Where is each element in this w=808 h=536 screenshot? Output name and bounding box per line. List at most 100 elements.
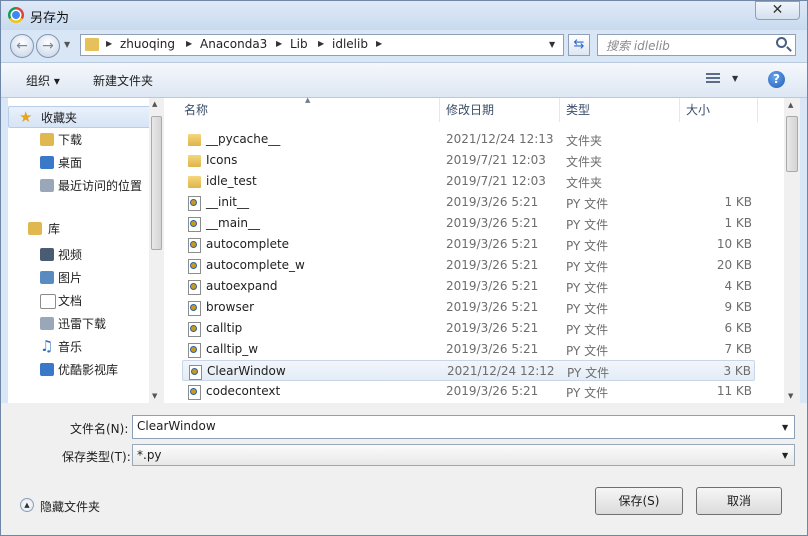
nav-item-label: 下载 (58, 133, 83, 147)
nav-item-desktop[interactable]: 桌面 (8, 152, 156, 174)
file-size: 4 KB (724, 279, 752, 293)
nav-item-documents[interactable]: 文档 (8, 290, 156, 312)
file-size: 20 KB (716, 258, 752, 272)
file-name: browser (206, 300, 255, 314)
file-row[interactable]: idle_test 2019/7/21 12:03 文件夹 (182, 171, 755, 192)
arrow-left-icon: ← (16, 38, 28, 54)
nav-item-libraries[interactable]: 库 (8, 218, 156, 240)
desktop-icon (40, 156, 54, 169)
back-button[interactable]: ← (10, 34, 34, 58)
chevron-up-icon[interactable]: ▲ (20, 498, 34, 512)
filetype-label: 保存类型(T): (62, 450, 131, 464)
nav-item-label: 音乐 (58, 340, 83, 354)
file-row[interactable]: Icons 2019/7/21 12:03 文件夹 (182, 150, 755, 171)
breadcrumb-lib[interactable]: Lib (290, 37, 308, 51)
search-icon[interactable] (776, 37, 787, 48)
file-list-scroll-thumb[interactable] (786, 116, 798, 172)
file-modified-date: 2019/3/26 5:21 (446, 258, 539, 272)
file-row[interactable]: calltip_w 2019/3/26 5:21 PY 文件 7 KB (182, 339, 755, 360)
filetype-dropdown-icon[interactable]: ▼ (782, 451, 788, 460)
arrow-right-icon: → (42, 38, 54, 54)
filename-value: ClearWindow (137, 419, 216, 433)
file-row[interactable]: codecontext 2019/3/26 5:21 PY 文件 11 KB (182, 381, 755, 402)
breadcrumb-separator-icon[interactable]: ▶ (106, 39, 112, 48)
recent-pages-chevron-icon[interactable]: ▼ (64, 40, 70, 49)
nav-item-youku-library[interactable]: 优酷影视库 (8, 359, 156, 381)
file-size: 1 KB (724, 216, 752, 230)
breadcrumb-separator-icon[interactable]: ▶ (186, 39, 192, 48)
python-file-icon (188, 385, 201, 400)
save-button[interactable]: 保存(S) (595, 487, 683, 515)
scroll-up-icon[interactable]: ▲ (152, 100, 157, 108)
file-row[interactable]: __pycache__ 2021/12/24 12:13 文件夹 (182, 129, 755, 150)
file-row[interactable]: browser 2019/3/26 5:21 PY 文件 9 KB (182, 297, 755, 318)
breadcrumb-idlelib[interactable]: idlelib (332, 37, 368, 51)
scroll-down-icon[interactable]: ▼ (152, 392, 157, 400)
file-name: ClearWindow (207, 364, 286, 378)
file-modified-date: 2019/3/26 5:21 (446, 195, 539, 209)
nav-item-label: 桌面 (58, 156, 83, 170)
file-type: PY 文件 (566, 197, 609, 211)
folder-icon (188, 155, 201, 167)
column-header-type[interactable]: 类型 (560, 98, 680, 122)
column-header-size[interactable]: 大小 (680, 98, 758, 122)
refresh-button[interactable]: ⇆ (568, 34, 590, 56)
filename-label: 文件名(N): (70, 422, 129, 436)
folder-icon (188, 176, 201, 188)
nav-item-favorites[interactable]: ★ 收藏夹 (8, 106, 156, 128)
file-type: PY 文件 (566, 281, 609, 295)
help-icon[interactable]: ? (768, 71, 785, 88)
nav-item-videos[interactable]: 视频 (8, 244, 156, 266)
cancel-button[interactable]: 取消 (696, 487, 782, 515)
file-modified-date: 2019/3/26 5:21 (446, 321, 539, 335)
search-placeholder: 搜索 idlelib (606, 39, 670, 53)
file-size: 1 KB (724, 195, 752, 209)
filetype-select[interactable] (132, 444, 795, 466)
file-name: __pycache__ (206, 132, 281, 146)
view-options-icon[interactable] (706, 73, 720, 85)
filename-input[interactable] (132, 415, 795, 439)
file-row[interactable]: ClearWindow 2021/12/24 12:12 PY 文件 3 KB (182, 360, 755, 381)
download-folder-icon (40, 133, 54, 146)
file-row[interactable]: autocomplete 2019/3/26 5:21 PY 文件 10 KB (182, 234, 755, 255)
navigation-pane: ★ 收藏夹 下载 桌面 最近访问的位置 库 视频 图片 文档 迅雷下载 ♫ 音乐… (8, 98, 164, 403)
file-modified-date: 2019/3/26 5:21 (446, 300, 539, 314)
pictures-library-icon (40, 271, 54, 284)
file-row[interactable]: calltip 2019/3/26 5:21 PY 文件 6 KB (182, 318, 755, 339)
breadcrumb-anaconda3[interactable]: Anaconda3 (200, 37, 267, 51)
nav-item-thunder-downloads[interactable]: 迅雷下载 (8, 313, 156, 335)
file-row[interactable]: autocomplete_w 2019/3/26 5:21 PY 文件 20 KB (182, 255, 755, 276)
file-modified-date: 2019/3/26 5:21 (446, 279, 539, 293)
nav-item-label: 图片 (58, 271, 83, 285)
nav-item-label: 最近访问的位置 (58, 179, 143, 193)
nav-item-pictures[interactable]: 图片 (8, 267, 156, 289)
address-dropdown-icon[interactable]: ▼ (549, 40, 555, 49)
file-row[interactable]: __init__ 2019/3/26 5:21 PY 文件 1 KB (182, 192, 755, 213)
organize-button[interactable]: 组织 ▾ (26, 72, 60, 89)
file-name: __main__ (206, 216, 260, 230)
nav-item-downloads[interactable]: 下载 (8, 129, 156, 151)
file-size: 9 KB (724, 300, 752, 314)
close-button[interactable]: ✕ (755, 1, 800, 20)
new-folder-button[interactable]: 新建文件夹 (93, 72, 153, 89)
filename-dropdown-icon[interactable]: ▼ (782, 423, 788, 432)
breadcrumb-separator-icon[interactable]: ▶ (376, 39, 382, 48)
column-header-name[interactable]: 名称 (178, 98, 440, 122)
hide-folders-toggle[interactable]: 隐藏文件夹 (40, 498, 100, 515)
nav-item-music[interactable]: ♫ 音乐 (8, 336, 156, 358)
scroll-down-icon[interactable]: ▼ (788, 392, 793, 400)
breadcrumb-zhuoqing[interactable]: zhuoqing (120, 37, 175, 51)
view-dropdown-icon[interactable]: ▼ (732, 74, 738, 83)
breadcrumb-separator-icon[interactable]: ▶ (318, 39, 324, 48)
filetype-value: *.py (137, 448, 162, 462)
youku-library-icon (40, 363, 54, 376)
recent-places-icon (40, 179, 54, 192)
breadcrumb-separator-icon[interactable]: ▶ (276, 39, 282, 48)
scroll-up-icon[interactable]: ▲ (788, 101, 793, 109)
nav-item-recent-places[interactable]: 最近访问的位置 (8, 175, 156, 197)
nav-pane-scroll-thumb[interactable] (151, 116, 162, 250)
column-header-modified[interactable]: 修改日期 (440, 98, 560, 122)
forward-button[interactable]: → (36, 34, 60, 58)
file-row[interactable]: autoexpand 2019/3/26 5:21 PY 文件 4 KB (182, 276, 755, 297)
file-row[interactable]: __main__ 2019/3/26 5:21 PY 文件 1 KB (182, 213, 755, 234)
